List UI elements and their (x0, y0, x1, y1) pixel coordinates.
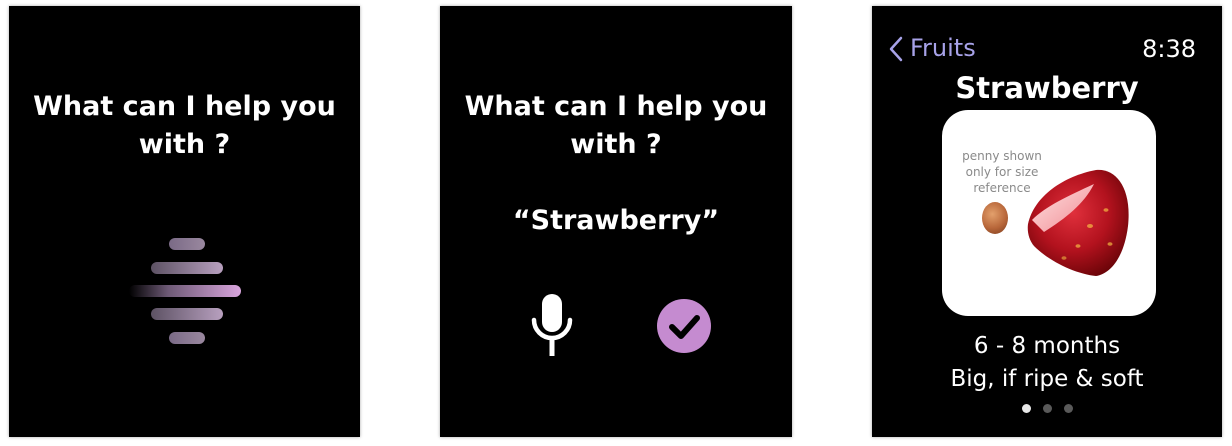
microphone-icon[interactable] (530, 294, 574, 356)
chevron-left-icon (889, 36, 903, 62)
fruit-image: penny shown only for size reference (942, 110, 1156, 316)
waveform-bar (151, 262, 223, 274)
strawberry-image (1027, 169, 1129, 276)
speech-transcript: “Strawberry” (512, 205, 720, 236)
confirm-screen: What can I help you with ? “Strawberry” (440, 6, 792, 437)
page-indicator (872, 404, 1222, 413)
clock: 8:38 (1142, 35, 1196, 63)
waveform-bar (129, 285, 241, 297)
page-dot (1021, 404, 1031, 413)
page-dot (1063, 404, 1073, 413)
confirm-button[interactable] (657, 299, 711, 353)
fruit-age: 6 - 8 months (973, 333, 1121, 359)
listening-screen: What can I help you with ? (9, 6, 360, 437)
page-dot (1042, 404, 1052, 413)
back-label: Fruits (910, 34, 976, 62)
waveform-bar (169, 238, 205, 250)
assistant-prompt: What can I help you with ? (464, 91, 768, 160)
penny-image (982, 202, 1008, 234)
checkmark-icon (669, 315, 700, 339)
waveform-bar (151, 308, 223, 320)
assistant-prompt: What can I help you with ? (33, 91, 336, 160)
fruit-detail-screen: Fruits 8:38 Strawberry penny shown only … (872, 6, 1222, 437)
fruit-ripeness: Big, if ripe & soft (950, 366, 1144, 392)
waveform-bar (169, 332, 205, 344)
fruit-title: Strawberry (955, 71, 1139, 105)
